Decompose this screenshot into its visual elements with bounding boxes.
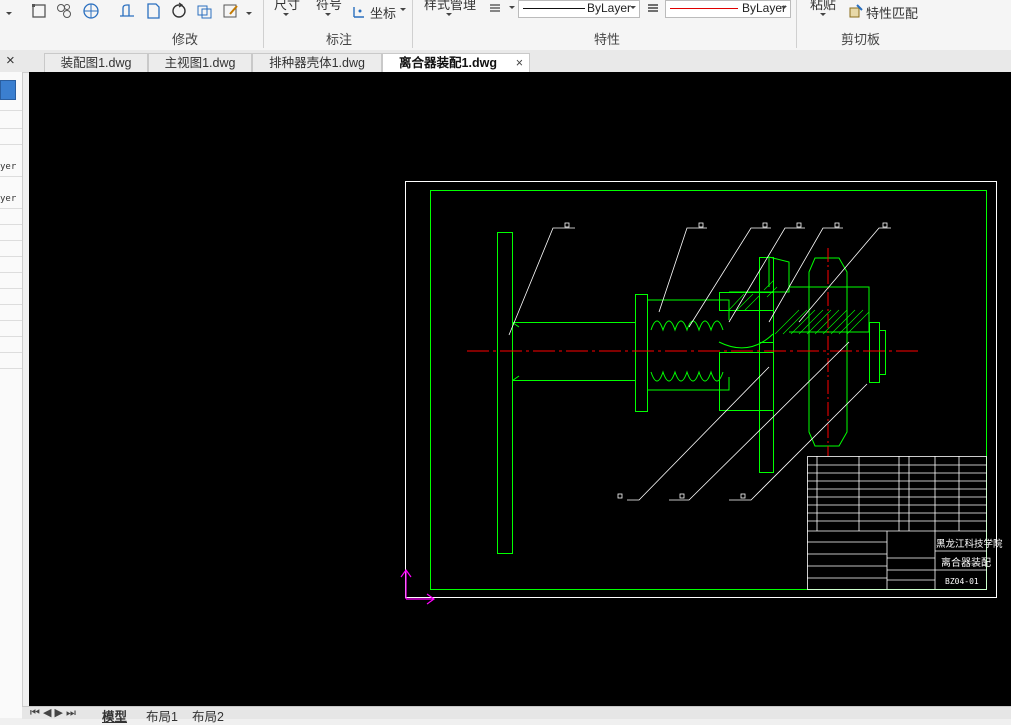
tab-label: 离合器装配1.dwg (399, 56, 497, 70)
layout-tab-bar: ⏮ ◀ ▶ ⏭ 模型 布局1 布局2 (22, 706, 1011, 724)
gear-body (789, 286, 870, 333)
school-name: 黑龙江科技学院 (936, 538, 1003, 550)
title-block (807, 456, 987, 590)
panel-divider (0, 272, 22, 273)
panel-divider (0, 368, 22, 369)
title-block-text: 黑龙江科技学院 离合器装配 BZ04-01 (936, 538, 1003, 586)
clutch-key (719, 292, 774, 311)
drawing-code: BZ04-01 (945, 577, 979, 586)
panel-divider (0, 110, 22, 111)
color-preview (670, 8, 738, 9)
tab-label: 装配图1.dwg (60, 56, 132, 70)
linetype-select[interactable]: ByLayer (518, 0, 640, 18)
panel-value: yer (0, 162, 17, 172)
spring-sleeve (647, 299, 730, 391)
dropdown-arrow-icon[interactable] (398, 5, 408, 15)
chamfer-icon[interactable] (118, 2, 136, 20)
ribbon-separator (796, 0, 797, 48)
edit-icon[interactable] (222, 2, 240, 20)
dropdown-arrow-icon[interactable] (507, 3, 517, 13)
coordinate-icon[interactable] (352, 3, 368, 19)
properties-panel: yer yer (0, 72, 23, 718)
leader-lines (508, 227, 891, 501)
tab-layout-1[interactable]: 布局1 (146, 706, 178, 725)
tab-seeder-housing[interactable]: 排种器壳体1.dwg (252, 53, 382, 73)
panel-divider (0, 304, 22, 305)
dropdown-arrow-icon (630, 6, 636, 9)
panel-divider (0, 176, 22, 177)
refresh-icon[interactable] (170, 2, 188, 20)
document-tab-bar: × 装配图1.dwg 主视图1.dwg 排种器壳体1.dwg 离合器装配1.dw… (0, 50, 1011, 73)
rotate-3d-icon[interactable] (82, 2, 100, 20)
page-icon[interactable] (144, 2, 162, 20)
drawing-canvas[interactable]: 黑龙江科技学院 离合器装配 BZ04-01 (29, 72, 1011, 706)
panel-divider (0, 224, 22, 225)
drawing-title: 离合器装配 (941, 556, 991, 569)
cad-drawing[interactable]: 黑龙江科技学院 离合器装配 BZ04-01 (29, 72, 1011, 706)
panel-divider (0, 256, 22, 257)
dropdown-arrow-icon[interactable] (281, 10, 291, 20)
linetype-preview (523, 8, 585, 9)
spring-coils-upper (650, 320, 724, 332)
panel-divider (0, 288, 22, 289)
color-select[interactable]: ByLayer (665, 0, 791, 18)
tab-main-view[interactable]: 主视图1.dwg (148, 53, 252, 73)
end-nut (869, 322, 880, 383)
tab-label: 排种器壳体1.dwg (269, 56, 365, 70)
panel-divider (0, 336, 22, 337)
match-properties-icon[interactable] (848, 3, 864, 19)
clutch-hub (759, 257, 774, 343)
array-icon[interactable] (196, 2, 214, 20)
spring-collar (635, 294, 648, 412)
stretch-icon[interactable] (30, 2, 48, 20)
lineweight-icon[interactable] (488, 2, 502, 14)
clutch-arc (718, 333, 774, 349)
properties-group-label: 特性 (594, 32, 621, 47)
ribbon: 修改 尺寸 符号 坐标 标注 样式管理 ByLayer ByLayer 特性 粘… (0, 0, 1011, 51)
ucs-icon (400, 568, 436, 605)
tab-assembly[interactable]: 装配图1.dwg (44, 53, 148, 73)
match-properties-button[interactable]: 特性匹配 (866, 3, 918, 22)
clutch-lever (759, 342, 774, 473)
panel-divider (0, 240, 22, 241)
clutch-body-lower (719, 352, 774, 411)
coordinate-button[interactable]: 坐标 (370, 3, 396, 22)
gear-profile (808, 257, 848, 447)
dropdown-arrow-icon[interactable] (244, 4, 254, 22)
panel-value: yer (0, 194, 17, 204)
dropdown-arrow-icon (781, 6, 787, 9)
section-hatching (728, 279, 870, 335)
panel-divider (0, 320, 22, 321)
annotate-group-label: 标注 (326, 32, 353, 47)
ribbon-separator (263, 0, 264, 48)
flange-plate (497, 232, 513, 554)
ribbon-separator (412, 0, 413, 48)
panel-divider (0, 208, 22, 209)
panel-close-button[interactable]: × (6, 52, 15, 69)
dropdown-arrow-icon[interactable] (818, 10, 828, 20)
spring-coils-lower (650, 370, 724, 382)
clipboard-group-label: 剪切板 (841, 32, 881, 47)
dropdown-arrow-icon[interactable] (444, 10, 454, 20)
end-washer (879, 330, 886, 375)
panel-divider (0, 128, 22, 129)
panel-divider (0, 352, 22, 353)
dropdown-arrow-icon[interactable] (323, 10, 333, 20)
tab-close-button[interactable]: × (516, 54, 523, 73)
tab-layout-2[interactable]: 布局2 (192, 706, 224, 725)
tab-label: 主视图1.dwg (164, 56, 236, 70)
panel-tool-button[interactable] (0, 80, 16, 100)
linetype-value: ByLayer (587, 1, 632, 15)
panel-divider (0, 144, 22, 145)
group-icon[interactable] (55, 2, 73, 20)
modify-group-label: 修改 (172, 32, 199, 47)
linetype-icon[interactable] (646, 2, 660, 14)
tab-model[interactable]: 模型 (102, 706, 127, 725)
dropdown-arrow-icon[interactable] (2, 4, 16, 22)
tab-clutch-assembly[interactable]: 离合器装配1.dwg × (382, 53, 530, 73)
